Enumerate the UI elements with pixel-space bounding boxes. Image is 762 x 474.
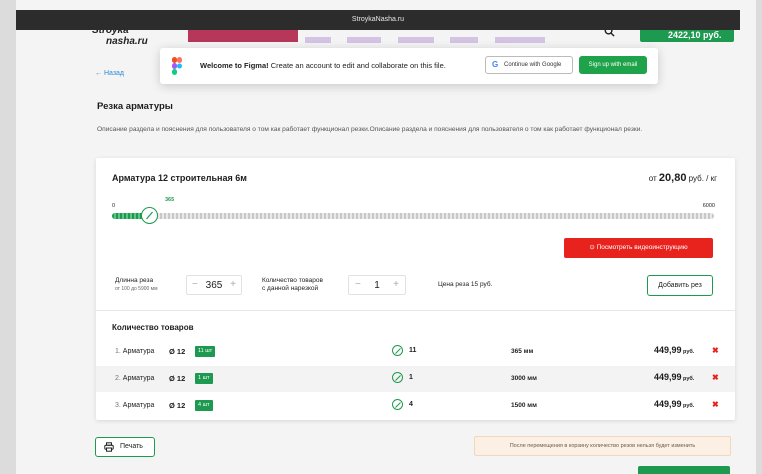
item-count: 1 [409, 374, 413, 381]
item-index: 2. [115, 375, 121, 382]
length-label: Длинна реза от 100 до 5900 мм [115, 277, 158, 293]
cart-total: 2422,10 руб. [668, 30, 722, 40]
cart-button[interactable]: 2422,10 руб. [640, 28, 734, 42]
item-index: 3. [115, 402, 121, 409]
nav-item[interactable] [397, 37, 434, 43]
length-stepper[interactable]: − 365 + [186, 275, 242, 295]
item-count: 11 [409, 347, 417, 354]
qty-label: Количество товаров с данной нарезкой [262, 277, 323, 293]
item-name: 1. Арматура [115, 348, 154, 355]
cut-icon [392, 399, 403, 410]
price-unit: руб. / кг [686, 174, 717, 183]
item-sum-value: 449,99 [654, 399, 682, 409]
logo-line-2: nasha.ru [106, 36, 148, 47]
item-diameter: Ø 12 [169, 347, 186, 356]
product-name: Арматура 12 строительная 6м [112, 173, 247, 183]
product-price: от 20,80 руб. / кг [649, 172, 717, 184]
item-diameter: Ø 12 [169, 401, 186, 410]
cut-price: Цена реза 15 руб. [438, 281, 493, 288]
catalog-nav-item[interactable] [188, 30, 298, 42]
slider-max-label: 6000 [702, 203, 715, 209]
nav-item[interactable] [305, 37, 331, 43]
slider-min-label: 0 [112, 203, 116, 209]
length-slider[interactable] [112, 213, 714, 219]
item-sum-currency: руб. [681, 349, 695, 355]
item-length: 3000 мм [511, 375, 537, 382]
page-title: Резка арматуры [97, 101, 173, 112]
delete-icon[interactable]: ✖ [712, 373, 719, 382]
delete-icon[interactable]: ✖ [712, 346, 719, 355]
header-nav [305, 30, 585, 43]
price-value: 20,80 [658, 172, 687, 184]
item-name: 3. Арматура [115, 402, 154, 409]
cutting-card: Арматура 12 строительная 6м от 20,80 руб… [96, 158, 735, 420]
length-hint: от 100 до 5900 мм [115, 286, 158, 292]
nav-item[interactable] [494, 37, 545, 43]
nav-item[interactable] [450, 37, 479, 43]
item-sum-value: 449,99 [654, 372, 682, 382]
item-sum-currency: руб. [681, 376, 695, 382]
list-item: 1. Арматура Ø 12 11 шт 11 365 мм 449,99 … [96, 339, 735, 365]
knife-icon [146, 211, 153, 220]
price-prefix: от [648, 174, 659, 183]
item-length: 365 мм [511, 348, 534, 355]
item-title: Арматура [122, 348, 155, 355]
printer-icon [104, 442, 114, 452]
page-description: Описание раздела и пояснения для пользов… [97, 126, 643, 133]
print-label: Печать [120, 443, 143, 450]
figma-banner-title: Welcome to Figma! [200, 61, 269, 70]
qty-plus-button[interactable]: + [393, 279, 399, 290]
item-sum: 449,99 руб. [654, 372, 694, 382]
item-sum-currency: руб. [681, 403, 695, 409]
back-link[interactable]: ← Назад [95, 70, 124, 77]
figma-banner-text: Welcome to Figma! Create an account to e… [200, 61, 446, 70]
item-qty-badge: 4 шт [195, 400, 213, 411]
item-sum: 449,99 руб. [654, 399, 694, 409]
item-qty-badge: 11 шт [195, 346, 216, 357]
add-cut-button[interactable]: Добавить рез [647, 275, 713, 296]
item-name: 2. Арматура [115, 375, 154, 382]
window-title: StroykaNasha.ru [16, 10, 740, 30]
item-count: 4 [409, 401, 413, 408]
list-item: 3. Арматура Ø 12 4 шт 4 1500 мм 449,99 р… [96, 393, 735, 419]
google-icon: G [492, 60, 499, 69]
delete-icon[interactable]: ✖ [712, 400, 719, 409]
warning-note: После перемещения в корзину количество р… [474, 436, 731, 456]
item-diameter: Ø 12 [169, 374, 186, 383]
item-title: Арматура [122, 402, 155, 409]
length-label-text: Длинна реза [115, 277, 154, 284]
item-qty-badge: 1 шт [195, 373, 213, 384]
list-item: 2. Арматура Ø 12 1 шт 1 3000 мм 449,99 р… [96, 366, 735, 392]
figma-logo-icon [172, 57, 182, 75]
slider-handle[interactable] [141, 207, 158, 224]
cut-icon [392, 345, 403, 356]
nav-item[interactable] [347, 37, 382, 43]
length-plus-button[interactable]: + [230, 279, 236, 290]
sign-up-email-button[interactable]: Sign up with email [579, 56, 647, 74]
qty-stepper[interactable]: − 1 + [348, 275, 406, 295]
qty-label-line-2: с данной нарезкой [262, 285, 319, 292]
figma-banner-message: Create an account to edit and collaborat… [268, 61, 446, 70]
video-instruction-button[interactable]: ⊙ Посмотреть видеоинструкцию [564, 238, 713, 258]
item-length: 1500 мм [511, 402, 537, 409]
divider [96, 310, 735, 311]
figma-banner: Welcome to Figma! Create an account to e… [160, 48, 658, 84]
item-title: Арматура [122, 375, 155, 382]
qty-label-line-1: Количество товаров [262, 277, 323, 284]
item-sum-value: 449,99 [654, 345, 682, 355]
item-sum: 449,99 руб. [654, 345, 694, 355]
google-button-label: Continue with Google [504, 62, 562, 68]
print-button[interactable]: Печать [95, 437, 155, 457]
cut-icon [392, 372, 403, 383]
slider-value-label: 365 [165, 197, 175, 203]
list-title: Количество товаров [112, 323, 194, 332]
continue-with-google-button[interactable]: G Continue with Google [485, 56, 573, 74]
item-index: 1. [115, 348, 121, 355]
checkout-button[interactable] [638, 466, 730, 474]
